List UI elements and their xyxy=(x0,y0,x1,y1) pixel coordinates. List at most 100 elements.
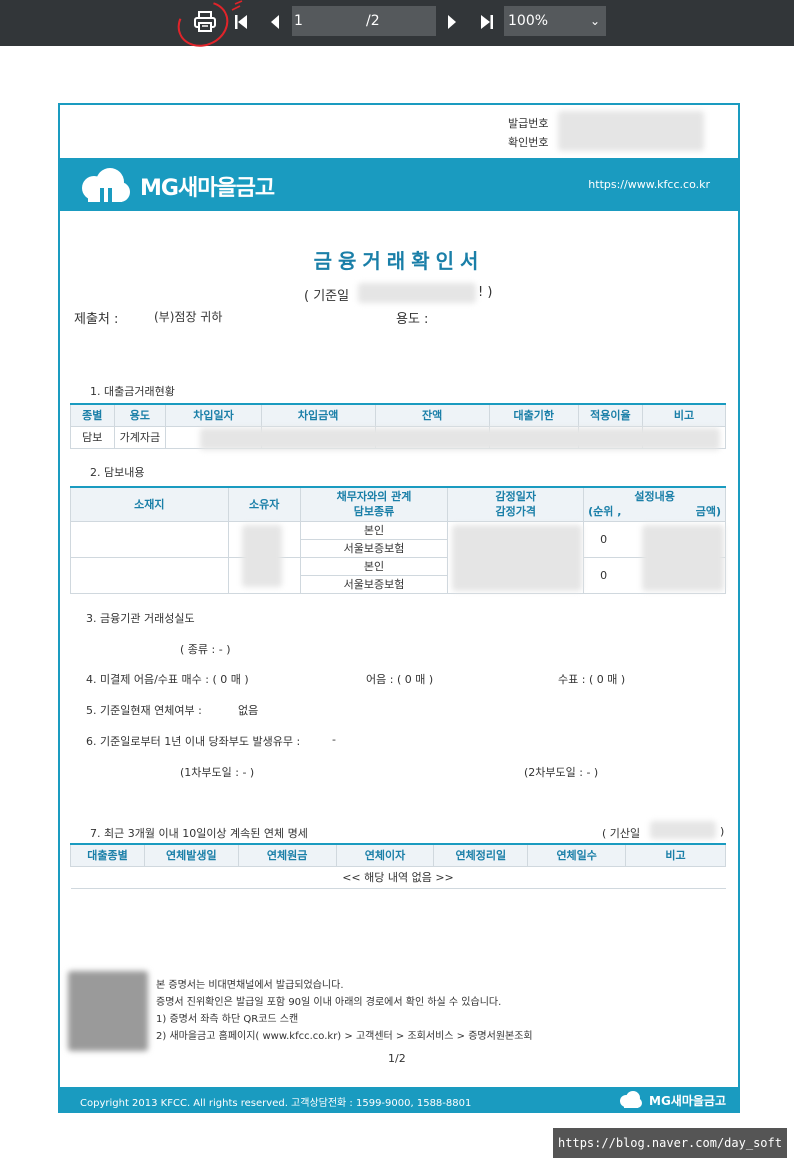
collateral-table: 소재지 소유자 채무자와의 관계 담보종류 감정일자 감정가격 설정내용 (순위… xyxy=(70,486,726,594)
page-total: /2 xyxy=(362,6,436,36)
qr-code xyxy=(68,971,148,1051)
table-header-cell: 비고 xyxy=(625,843,726,867)
collateral-type-header: 담보종류 xyxy=(353,505,395,519)
blog-watermark: https://blog.naver.com/day_soft xyxy=(553,1128,787,1158)
page-number-input[interactable] xyxy=(292,6,362,36)
table-row: 본인 0 xyxy=(70,556,726,594)
issue-number-label: 발급번호 xyxy=(508,117,549,130)
notice-line: 2) 새마을금고 홈페이지( www.kfcc.co.kr) > 고객센터 > … xyxy=(156,1031,533,1042)
table-header-cell: 소재지 xyxy=(70,486,229,522)
table-header-cell: 잔액 xyxy=(374,403,490,427)
next-page-icon xyxy=(448,15,456,29)
chevron-down-icon: ⌄ xyxy=(589,14,600,28)
redacted-loan-details xyxy=(200,428,720,450)
section-6-title: 6. 기준일로부터 1년 이내 당좌부도 발생유무 : xyxy=(86,735,301,748)
document-page: 발급번호 확인번호 MG새마을금고 https://www.kfcc.co.kr… xyxy=(58,103,740,1113)
section-7-date-open: ( 기산일 xyxy=(602,827,641,840)
table-cell: 본인 xyxy=(299,556,449,576)
table-header-cell: 비고 xyxy=(642,403,726,427)
redacted-appraisal xyxy=(452,525,582,591)
section-4-check: 수표 : ( 0 매 ) xyxy=(558,673,626,686)
copyright-text: Copyright 2013 KFCC. All rights reserved… xyxy=(80,1098,472,1109)
section-3-detail: ( 종류 : - ) xyxy=(180,643,231,656)
last-page-button[interactable] xyxy=(475,7,499,37)
table-header-cell: 연체이자 xyxy=(335,843,435,867)
redacted-calc-date xyxy=(650,821,716,839)
table-header-row: 종별 용도 차입일자 차입금액 잔액 대출기한 적용이율 비고 xyxy=(70,403,726,427)
section-6-value: - xyxy=(332,733,336,746)
setting-header: 설정내용 xyxy=(634,490,675,504)
table-header-cell: 차입일자 xyxy=(165,403,262,427)
footer-logo-text: MG새마을금고 xyxy=(649,1094,726,1108)
table-row: << 해당 내역 없음 >> xyxy=(70,865,726,889)
table-header-row: 소재지 소유자 채무자와의 관계 담보종류 감정일자 감정가격 설정내용 (순위… xyxy=(70,486,726,522)
table-header-cell: 연체일수 xyxy=(527,843,627,867)
amount-header: 금액) xyxy=(695,505,721,519)
notice-line: 본 증명서는 비대면채널에서 발급되었습니다. xyxy=(156,980,344,991)
table-header-cell: 용도 xyxy=(113,403,167,427)
page-title: 금융거래확인서 xyxy=(313,249,485,273)
section-7-date-close: ) xyxy=(720,825,725,838)
submit-to-label: 제출처 : xyxy=(74,312,119,327)
confirm-number-label: 확인번호 xyxy=(508,136,549,149)
notice-line: 1) 증명서 좌측 하단 QR코드 스캔 xyxy=(156,1014,299,1025)
notice-line: 증명서 진위확인은 발급일 포함 90일 이내 아래의 경로에서 확인 하실 수… xyxy=(156,997,502,1008)
section-3-title: 3. 금융기관 거래성실도 xyxy=(86,612,195,625)
redacted-issue-numbers xyxy=(558,111,704,151)
table-cell: 담보 xyxy=(70,425,115,449)
logo-text: MG새마을금고 xyxy=(140,176,275,201)
annotation-circle xyxy=(170,0,236,55)
section-4-bill: 어음 : ( 0 매 ) xyxy=(366,673,434,686)
table-header-cell: 연체원금 xyxy=(237,843,337,867)
previous-page-button[interactable] xyxy=(264,7,286,37)
last-page-icon xyxy=(481,15,493,29)
notice-block: 본 증명서는 비대면채널에서 발급되었습니다. 증명서 진위확인은 발급일 포함… xyxy=(156,977,533,1045)
rank-header: (순위 , xyxy=(588,505,622,519)
section-6-second-default: (2차부도일 : - ) xyxy=(524,766,599,779)
submit-to-value: (부)점장 귀하 xyxy=(154,310,223,324)
previous-page-icon xyxy=(271,15,279,29)
purpose-label: 용도 : xyxy=(396,312,429,327)
table-header-row: 대출종별 연체발생일 연체원금 연체이자 연체정리일 연체일수 비고 xyxy=(70,843,726,867)
table-header-cell: 연체발생일 xyxy=(143,843,239,867)
header-url: https://www.kfcc.co.kr xyxy=(588,178,710,191)
table-header-cell: 차입금액 xyxy=(260,403,376,427)
table-cell: 서울보증보험 xyxy=(299,574,449,594)
section-7-title: 7. 최근 3개월 이내 10일이상 계속된 연체 명세 xyxy=(90,827,308,840)
next-page-button[interactable] xyxy=(441,7,463,37)
footer-bar: Copyright 2013 KFCC. All rights reserved… xyxy=(60,1087,738,1113)
table-header-cell: 종별 xyxy=(70,403,115,427)
table-header-cell: 적용이율 xyxy=(577,403,644,427)
redacted-setting-amount xyxy=(642,525,724,591)
redacted-base-date xyxy=(358,283,476,303)
redacted-owner xyxy=(242,525,282,587)
base-date-open: ( 기준일 xyxy=(304,289,350,304)
section-4-title: 4. 미결제 어음/수표 매수 : ( 0 매 ) xyxy=(86,673,249,686)
appraisal-date-header: 감정일자 xyxy=(495,490,536,504)
table-cell: 서울보증보험 xyxy=(299,538,449,558)
table-header-cell: 대출기한 xyxy=(488,403,579,427)
table-header-cell: 설정내용 (순위 , 금액) xyxy=(583,486,726,522)
base-date-close: ! ) xyxy=(478,285,493,300)
page-number: 1/2 xyxy=(388,1052,406,1065)
zoom-value: 100% xyxy=(508,13,549,29)
zoom-select[interactable]: 100% ⌄ xyxy=(504,6,606,36)
overdue-table: 대출종별 연체발생일 연체원금 연체이자 연체정리일 연체일수 비고 << 해당… xyxy=(70,843,726,889)
table-header-cell: 소유자 xyxy=(227,486,301,522)
table-header-cell: 감정일자 감정가격 xyxy=(447,486,585,522)
table-header-cell: 채무자와의 관계 담보종류 xyxy=(299,486,449,522)
section-5-value: 없음 xyxy=(238,704,259,717)
first-page-icon xyxy=(235,15,247,29)
empty-notice: << 해당 내역 없음 >> xyxy=(70,865,726,889)
cloud-logo-icon xyxy=(82,168,130,202)
appraisal-price-header: 감정가격 xyxy=(495,505,536,519)
relation-header: 채무자와의 관계 xyxy=(336,490,412,504)
table-cell xyxy=(70,556,229,594)
table-cell: 본인 xyxy=(299,520,449,540)
section-6-first-default: (1차부도일 : - ) xyxy=(180,766,255,779)
table-header-cell: 대출종별 xyxy=(70,843,145,867)
setting-subheader: (순위 , 금액) xyxy=(584,504,725,519)
table-cell xyxy=(70,520,229,558)
first-page-button[interactable] xyxy=(230,7,252,37)
section-1-title: 1. 대출금거래현황 xyxy=(90,385,175,398)
